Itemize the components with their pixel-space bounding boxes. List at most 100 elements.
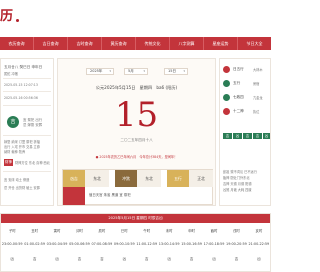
right-value-2: 房宿 [253, 82, 260, 86]
hour-range: 05:00-06:59 [69, 242, 90, 246]
direction-label-2: 冲煞 [115, 170, 137, 187]
right-item-2: 五行 [233, 81, 241, 85]
solar-term-time-2: 2025-05-16 00:56:36 [4, 96, 38, 100]
nav-item-nongli[interactable]: 农历查询 [0, 37, 34, 50]
month-value: 5月 [128, 69, 134, 73]
bottom-line-2: 忌 开仓 出货财 破土 安葬 [4, 186, 40, 190]
hour-range: 11:00-12:59 [136, 242, 158, 246]
element-icon [223, 66, 230, 73]
hour-name: 寅时 [53, 229, 61, 233]
luck-row: 凶 吉 凶 吉 吉 凶 吉 凶 吉 凶 吉 凶 [1, 256, 270, 261]
ranges-row: 23:00-00:59 01:00-02:59 03:00-04:59 05:0… [1, 242, 270, 246]
hour-name: 未时 [165, 229, 173, 233]
status-badge: 凶 [233, 133, 242, 139]
nav-item-horoscope[interactable]: 星座运势 [204, 37, 238, 50]
right-item-1: 日五行 [233, 67, 244, 71]
wealth-god-text: 财神方位 东北 喜神 西北 [15, 161, 50, 165]
year-select[interactable]: 2025年 ▾ [86, 68, 114, 75]
hour-name: 酉时 [210, 229, 218, 233]
logo-text: 历 [0, 9, 14, 24]
hour-name: 亥时 [255, 229, 263, 233]
right-panel: 日五行 大林木 五行 房宿 七政四 亢金龙 十二神 执位 吉 凶 吉 吉 凶 彭… [219, 58, 271, 206]
site-logo[interactable]: 历 [0, 0, 60, 34]
status-badge: 吉 [253, 133, 262, 139]
duty-note: 值日天官 朱雀 黑道 宜 祭祀 [89, 193, 131, 197]
hour-name: 申时 [188, 229, 195, 233]
logo-dot [16, 19, 19, 22]
nav-item-jishi[interactable]: 吉时查询 [68, 37, 102, 50]
direction-label-3: 五行 [167, 170, 189, 187]
hours-table-title: 2025年5月15日 星期四 时辰吉凶 [1, 214, 270, 223]
hour-range: 19:00-20:59 [226, 242, 247, 246]
main-nav: 农历查询 吉日查询 吉时查询 黄历查询 传统文化 八字测算 星座运势 节日大全 [0, 37, 271, 50]
hour-range: 07:00-08:59 [91, 242, 113, 246]
status-badge: 凶 [263, 133, 270, 139]
bad-gods-line: 凶煞 月破 大耗 四废 [223, 188, 252, 192]
divider [3, 135, 51, 136]
chevron-down-icon: ▾ [109, 69, 111, 73]
hour-range: 09:00-10:59 [113, 242, 135, 246]
divider [3, 91, 51, 92]
hour-luck: 凶 [212, 257, 216, 261]
day-number: 15 [114, 95, 159, 135]
pengzu-line: 彭祖 癸不词讼 巳不远行 [223, 170, 257, 174]
zodiac-line: 属蛇 冲猪 [4, 72, 18, 76]
nav-item-huangli[interactable]: 黄历查询 [102, 37, 136, 50]
status-badge: 吉 [223, 133, 232, 139]
divider [3, 78, 51, 79]
lunar-date-line: 五月廿八 癸巳日 申年日 [4, 65, 43, 69]
hour-range: 03:00-04:59 [46, 242, 68, 246]
hours-row: 子时 丑时 寅时 卯时 辰时 巳时 午时 未时 申时 酉时 戌时 亥时 [1, 228, 270, 233]
year-value: 2025年 [90, 69, 103, 73]
month-select[interactable]: 5月 ▾ [124, 68, 148, 75]
hour-luck: 吉 [145, 257, 149, 261]
hour-luck: 吉 [77, 257, 82, 261]
left-panel: 五月廿八 癸巳日 申年日 属蛇 冲猪 2025-05-15 12:07:13 2… [0, 58, 54, 206]
bottom-line-1: 宜 安床 动土 修造 [4, 178, 30, 182]
good-gods-line: 吉神 天德 月德 阳德 [223, 182, 252, 186]
nav-item-culture[interactable]: 传统文化 [136, 37, 170, 50]
hour-luck: 吉 [234, 257, 239, 261]
hour-name: 戌时 [233, 229, 240, 233]
hour-name: 巳时 [120, 229, 128, 233]
activity-line-3: 纳财 栽种 牧养 [4, 150, 26, 154]
hour-name: 子时 [8, 229, 16, 233]
hour-luck: 吉 [32, 257, 37, 261]
gregorian-date: 公元2025年5月15日 星期四 ba6 (阳历) [95, 85, 178, 90]
fetal-god-line: 胎神 厨灶门外东北 [223, 176, 250, 180]
hour-name: 丑时 [31, 229, 39, 233]
chevron-down-icon: ▾ [143, 69, 145, 73]
nav-item-bazi[interactable]: 八字测算 [170, 37, 204, 50]
direction-value-1: 东北 [85, 170, 109, 187]
hour-luck: 凶 [122, 257, 127, 261]
right-value-3: 亢金龙 [253, 96, 263, 100]
hour-luck: 凶 [167, 257, 171, 261]
badge-text: 宜 祭祀 出行 忌 嫁娶 安葬 [23, 118, 42, 128]
direction-value-3: 正北 [189, 170, 213, 187]
auspicious-badge: 吉 [7, 116, 19, 128]
solar-term-time-1: 2025-05-15 12:07:13 [4, 83, 38, 87]
chevron-down-icon: ▾ [183, 69, 185, 73]
hours-table: 2025年5月15日 星期四 时辰吉凶 子时 丑时 寅时 卯时 辰时 巳时 午时… [0, 213, 271, 272]
hour-range: 13:00-14:59 [158, 242, 180, 246]
status-badge: 吉 [243, 133, 252, 139]
right-value-4: 执位 [253, 110, 260, 114]
hour-name: 卯时 [76, 229, 83, 233]
wealth-god-tag: 财神 [4, 159, 13, 166]
divider [3, 171, 51, 172]
right-item-4: 十二神 [233, 109, 244, 113]
day-value: 15日 [168, 69, 176, 73]
hour-luck: 吉 [189, 257, 194, 261]
direction-label-1: 凶吉 [63, 170, 85, 187]
lunar-date: 二〇二五年四月十八 [120, 138, 153, 142]
right-value-1: 大林木 [253, 68, 263, 72]
hour-luck: 凶 [55, 257, 59, 261]
nav-item-festivals[interactable]: 节日大全 [238, 37, 271, 50]
hour-range: 17:00-18:59 [203, 242, 225, 246]
hour-range: 21:00-22:59 [248, 242, 270, 246]
accent-block [63, 187, 85, 205]
hour-name: 辰时 [98, 229, 106, 233]
right-item-3: 七政四 [233, 95, 244, 99]
nav-item-jiri[interactable]: 吉日查询 [34, 37, 68, 50]
day-select[interactable]: 15日 ▾ [164, 68, 188, 75]
